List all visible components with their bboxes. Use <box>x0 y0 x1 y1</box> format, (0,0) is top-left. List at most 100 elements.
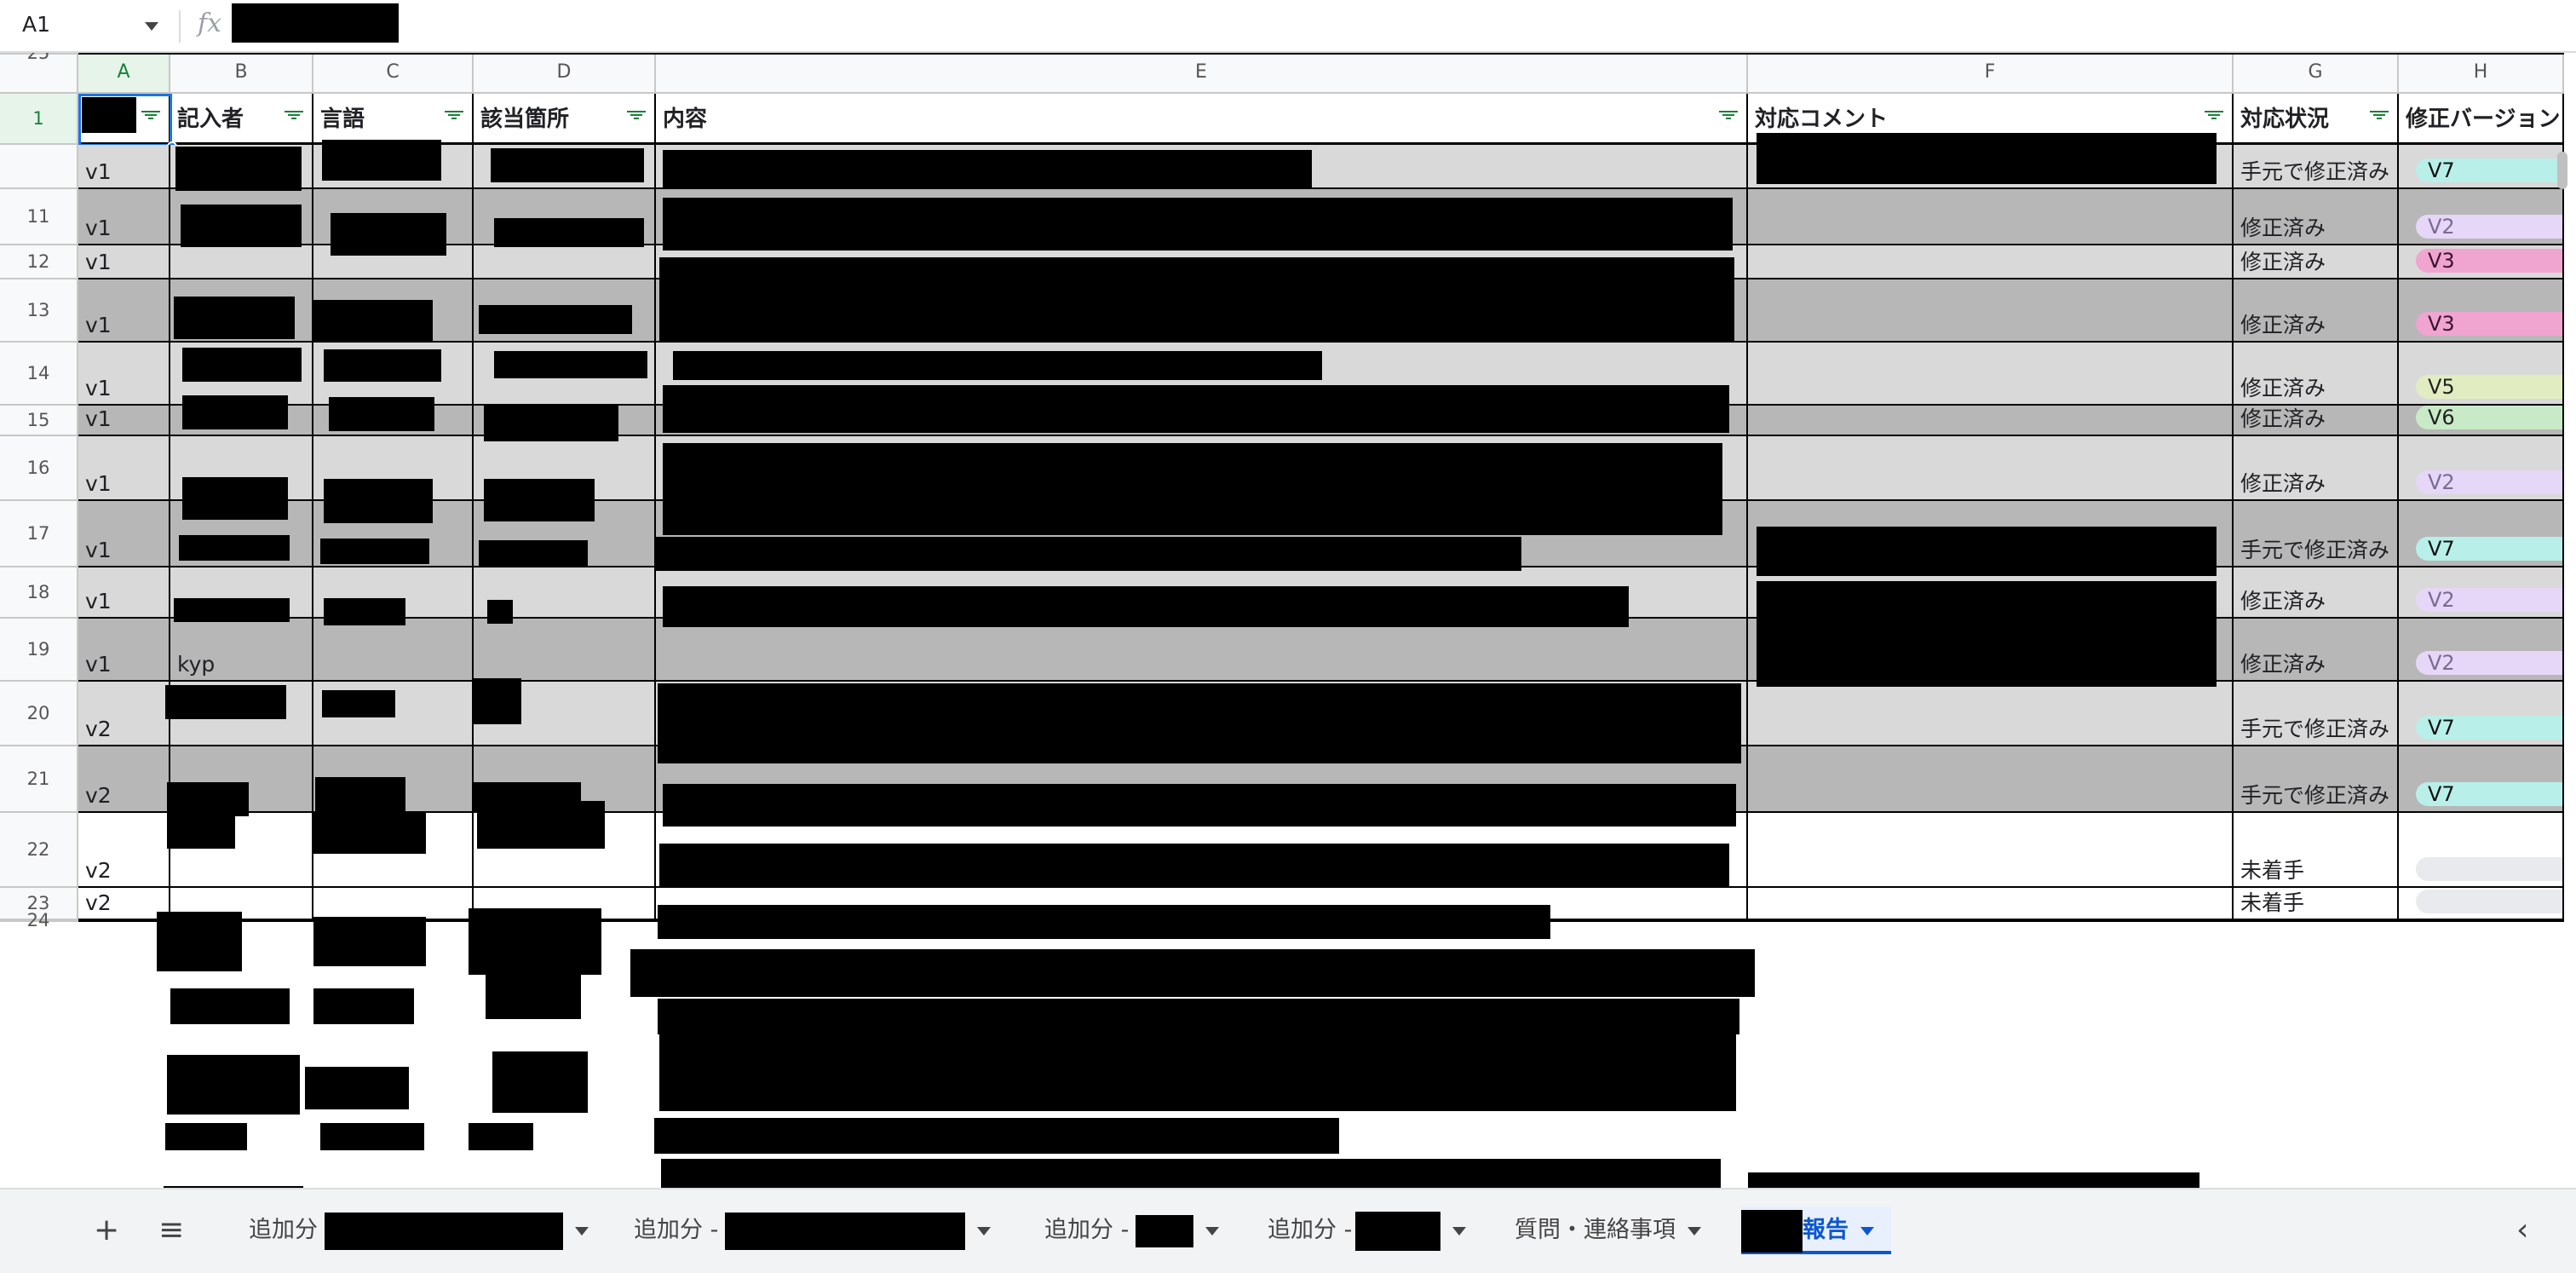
cell-g[interactable]: 未着手 <box>2234 813 2399 888</box>
version-chip[interactable]: V6 <box>2416 406 2562 429</box>
cell-d[interactable] <box>474 53 656 55</box>
version-chip[interactable]: V2 <box>2416 215 2562 239</box>
formula-input[interactable] <box>232 3 399 43</box>
sheet-tab-active[interactable]: 報告 <box>1741 1207 1891 1254</box>
filter-icon[interactable] <box>285 111 303 123</box>
cell-a[interactable]: v1 <box>78 619 170 682</box>
version-chip[interactable]: V2 <box>2416 470 2562 494</box>
row-header[interactable]: 19 <box>0 619 78 682</box>
column-header-f[interactable]: F <box>1748 53 2234 94</box>
add-sheet-button[interactable]: + <box>94 1207 119 1254</box>
row-header[interactable]: 14 <box>0 343 78 406</box>
cell-f[interactable] <box>1748 279 2234 343</box>
version-chip[interactable]: V7 <box>2416 716 2562 740</box>
chevron-down-icon[interactable] <box>977 1226 992 1236</box>
cell-h[interactable]: V3 <box>2399 245 2564 279</box>
cell-f[interactable] <box>1748 406 2234 436</box>
column-header-c[interactable]: C <box>313 53 474 94</box>
cell-g[interactable]: 修正済み <box>2234 406 2399 436</box>
cell-a[interactable]: v2 <box>78 746 170 813</box>
row-header[interactable] <box>0 145 78 189</box>
chevron-down-icon[interactable] <box>1205 1226 1220 1236</box>
chevron-down-icon[interactable] <box>1452 1226 1467 1236</box>
cell-a[interactable]: v1 <box>78 436 170 501</box>
column-header-b[interactable]: B <box>170 53 313 94</box>
cell-g[interactable]: 手元で修正済み <box>2234 746 2399 813</box>
cell-f[interactable] <box>1748 189 2234 245</box>
cell-e[interactable] <box>656 53 1748 55</box>
header-cell-e[interactable]: 内容 <box>656 94 1748 145</box>
cell-g[interactable]: 手元で修正済み <box>2234 682 2399 746</box>
cell-a[interactable]: v2 <box>78 813 170 888</box>
version-chip[interactable]: V2 <box>2416 651 2562 675</box>
cell-a[interactable]: v2 <box>78 53 170 55</box>
header-cell-b[interactable]: 記入者 <box>170 94 313 145</box>
version-chip[interactable] <box>2416 857 2562 881</box>
cell-f[interactable] <box>1748 436 2234 501</box>
cell-a[interactable]: v1 <box>78 406 170 436</box>
row-header-1[interactable]: 1 <box>0 94 78 145</box>
cell-g[interactable]: 修正済み <box>2234 189 2399 245</box>
version-chip[interactable]: V7 <box>2416 537 2562 561</box>
cell-b[interactable]: kyp <box>170 619 313 682</box>
filter-icon[interactable] <box>2370 111 2389 123</box>
sheet-tab-1[interactable]: 追加分 <box>249 1207 589 1254</box>
cell-e[interactable] <box>656 619 1748 682</box>
row-header[interactable]: 11 <box>0 189 78 245</box>
collapse-sheets-icon[interactable]: ‹ <box>2516 1207 2528 1254</box>
column-header-g[interactable]: G <box>2234 53 2399 94</box>
row-header[interactable]: 20 <box>0 682 78 746</box>
cell-d[interactable] <box>474 245 656 279</box>
filter-icon[interactable] <box>2205 111 2223 123</box>
cell-b[interactable] <box>170 53 313 55</box>
row-header[interactable]: 18 <box>0 567 78 619</box>
sheet-tab-3[interactable]: 追加分 - <box>1044 1207 1220 1254</box>
cell-f[interactable] <box>1748 682 2234 746</box>
version-chip[interactable]: V2 <box>2416 588 2562 612</box>
cell-a[interactable]: v1 <box>78 189 170 245</box>
cell-g[interactable]: 修正済み <box>2234 567 2399 619</box>
filter-icon[interactable] <box>1719 111 1738 123</box>
name-box[interactable]: A1 <box>22 12 50 37</box>
header-cell-h[interactable]: 修正バージョン <box>2399 94 2564 145</box>
cell-f[interactable] <box>1748 53 2234 55</box>
cell-h[interactable]: V3 <box>2399 279 2564 343</box>
vertical-scrollbar[interactable] <box>2557 152 2567 189</box>
cell-h[interactable] <box>2399 813 2564 888</box>
version-chip[interactable]: V3 <box>2416 249 2562 273</box>
cell-g[interactable]: 修正済み <box>2234 279 2399 343</box>
filter-icon[interactable] <box>445 111 463 123</box>
header-cell-d[interactable]: 該当箇所 <box>474 94 656 145</box>
chevron-down-icon[interactable] <box>1688 1226 1701 1236</box>
filter-icon[interactable] <box>627 111 646 123</box>
sheet-tab-2[interactable]: 追加分 - <box>634 1207 992 1254</box>
cell-g[interactable]: 手元で修正済み <box>2234 501 2399 567</box>
row-header[interactable]: 16 <box>0 436 78 501</box>
cell-g[interactable]: 修正済み <box>2234 436 2399 501</box>
name-box-dropdown-icon[interactable] <box>145 22 158 31</box>
row-header[interactable]: 17 <box>0 501 78 567</box>
row-header[interactable]: 13 <box>0 279 78 343</box>
cell-h[interactable]: V7 <box>2399 682 2564 746</box>
cell-h[interactable]: V2 <box>2399 619 2564 682</box>
cell-h[interactable] <box>2399 888 2564 920</box>
cell-h[interactable]: V5 <box>2399 343 2564 406</box>
cell-f[interactable] <box>1748 746 2234 813</box>
column-header-h[interactable]: H <box>2399 53 2564 94</box>
cell-g[interactable]: 修正済み <box>2234 245 2399 279</box>
cell-a[interactable]: v1 <box>78 145 170 189</box>
cell-c[interactable] <box>313 53 474 55</box>
cell-h[interactable]: V7 <box>2399 145 2564 189</box>
column-header-d[interactable]: D <box>474 53 656 94</box>
cell-d[interactable] <box>474 619 656 682</box>
all-sheets-menu-icon[interactable]: ≡ <box>158 1207 184 1254</box>
chevron-down-icon[interactable] <box>1860 1226 1874 1236</box>
row-header[interactable]: 22 <box>0 813 78 888</box>
cell-a[interactable]: v1 <box>78 501 170 567</box>
cell-f[interactable] <box>1748 343 2234 406</box>
cell-h[interactable]: V2 <box>2399 567 2564 619</box>
row-header[interactable]: 15 <box>0 406 78 436</box>
cell-h[interactable]: V2 <box>2399 189 2564 245</box>
sheet-tab-5[interactable]: 質問・連絡事項 <box>1515 1207 1701 1254</box>
cell-h[interactable]: V7 <box>2399 53 2564 55</box>
